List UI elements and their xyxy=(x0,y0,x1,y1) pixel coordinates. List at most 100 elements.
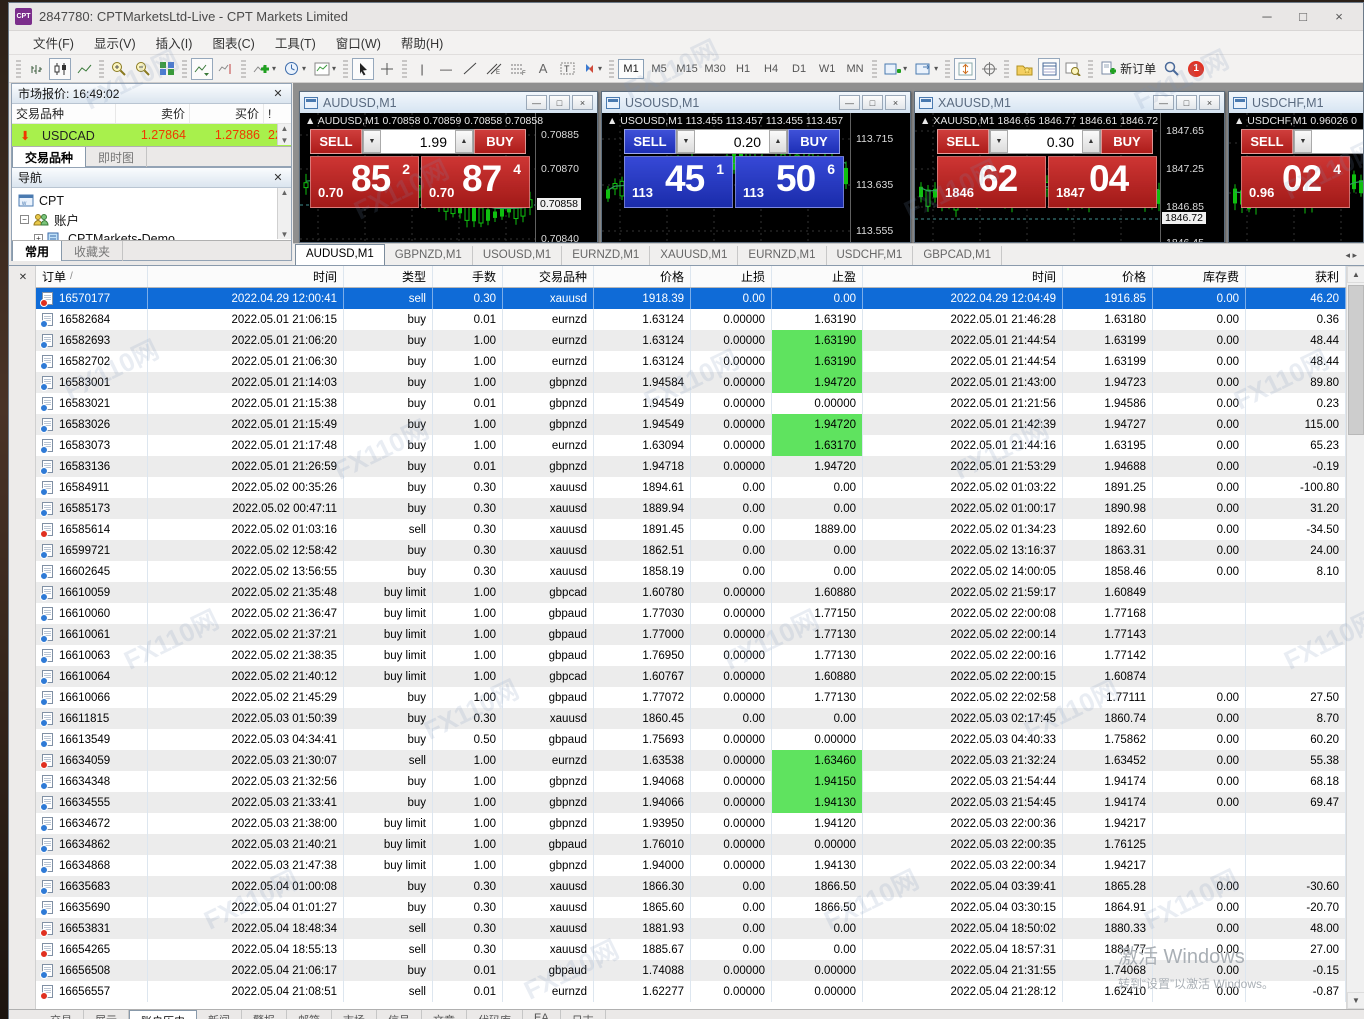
volume-spinner[interactable]: ▼ 0.20 ▲ xyxy=(676,129,788,154)
table-row[interactable]: 16635683 2022.05.04 01:00:08 buy 0.30 xauusd… xyxy=(36,876,1346,897)
strategy-tester-icon[interactable] xyxy=(1062,58,1084,80)
volume-value[interactable]: 0.20 xyxy=(695,130,769,153)
zoom-in-icon[interactable] xyxy=(108,58,130,80)
chart-window-xauusd[interactable]: XAUUSD,M1 — □ × ▲ XAUUSD,M1 1846.65 1846… xyxy=(914,91,1225,243)
crosshair-target-icon[interactable] xyxy=(978,58,1000,80)
terminal-scrollbar[interactable]: ▲ ▼ xyxy=(1346,266,1364,1009)
close-button[interactable]: × xyxy=(1321,5,1357,29)
terminal-tab-文章[interactable]: 文章 xyxy=(422,1010,467,1019)
buy-button[interactable]: BUY xyxy=(788,129,840,154)
tree-node-cpt[interactable]: w CPT xyxy=(18,191,291,210)
fibonacci-icon[interactable]: F xyxy=(507,58,530,80)
sell-button[interactable]: SELL xyxy=(937,129,989,154)
column-header-8[interactable]: 时间 xyxy=(863,266,1063,287)
chart-tab-eurnzd-m1[interactable]: EURNZD,M1 xyxy=(738,246,827,265)
ask-price-box[interactable]: 113 50 6 xyxy=(735,156,844,208)
table-row[interactable]: 16583073 2022.05.01 21:17:48 buy 1.00 eurnzd… xyxy=(36,435,1346,456)
table-row[interactable]: 16635690 2022.05.04 01:01:27 buy 0.30 xauusd… xyxy=(36,897,1346,918)
table-row[interactable]: 16599721 2022.05.02 12:58:42 buy 0.30 xauusd… xyxy=(36,540,1346,561)
tile-windows-icon[interactable] xyxy=(156,58,178,80)
notification-badge[interactable]: 1 xyxy=(1188,60,1205,77)
menu-item-0[interactable]: 文件(F) xyxy=(23,31,84,54)
column-header-2[interactable]: 类型 xyxy=(344,266,433,287)
volume-value[interactable]: 1.99 xyxy=(381,130,455,153)
ask-price-box[interactable]: 1847 04 xyxy=(1048,156,1157,208)
navigator-close-icon[interactable]: ✕ xyxy=(271,171,285,184)
volume-decrease-icon[interactable]: ▼ xyxy=(363,130,381,153)
bid-price-box[interactable]: 0.96 02 4 xyxy=(1241,156,1350,208)
menu-item-5[interactable]: 窗口(W) xyxy=(326,31,391,54)
chart-title-bar[interactable]: USOUSD,M1 — □ × xyxy=(602,92,910,113)
auto-scroll-icon[interactable] xyxy=(191,57,213,80)
market-watch-tab-symbols[interactable]: 交易品种 xyxy=(12,147,87,169)
text-label-icon[interactable]: T xyxy=(556,58,578,80)
horizontal-line-icon[interactable]: — xyxy=(435,58,457,80)
volume-spinner[interactable]: ▼ 0.30 ▲ xyxy=(989,129,1101,154)
table-row[interactable]: 16570177 2022.04.29 12:00:41 sell 0.30 xauus… xyxy=(36,288,1346,309)
chart-window-usousd[interactable]: USOUSD,M1 — □ × ▲ USOUSD,M1 113.455 113.… xyxy=(601,91,911,243)
terminal-close-icon[interactable]: ✕ xyxy=(16,271,30,285)
chart-tab-scroll-arrows[interactable]: ◂ ▸ xyxy=(1345,250,1364,265)
volume-value[interactable]: 0.30 xyxy=(1008,130,1082,153)
text-icon[interactable]: A xyxy=(532,58,554,80)
column-header-1[interactable]: 时间 xyxy=(148,266,344,287)
sell-button[interactable]: SELL xyxy=(624,129,676,154)
volume-value[interactable] xyxy=(1312,130,1363,153)
chart-minimize-icon[interactable]: — xyxy=(839,95,860,110)
sell-button[interactable]: SELL xyxy=(310,129,362,154)
chart-close-icon[interactable]: × xyxy=(885,95,906,110)
volume-decrease-icon[interactable]: ▼ xyxy=(1294,130,1312,153)
volume-spinner[interactable]: ▼ ▲ xyxy=(1293,129,1363,154)
favorites-icon[interactable] xyxy=(1013,58,1036,80)
new-order-button[interactable]: 新订单 xyxy=(1097,58,1159,80)
minimize-button[interactable]: ─ xyxy=(1249,5,1285,29)
volume-spinner[interactable]: ▼ 1.99 ▲ xyxy=(362,129,474,154)
channel-icon[interactable]: E xyxy=(483,58,505,80)
search-icon[interactable] xyxy=(1161,58,1183,80)
chart-tab-gbpnzd-m1[interactable]: GBPNZD,M1 xyxy=(385,246,473,265)
table-row[interactable]: 16634348 2022.05.03 21:32:56 buy 1.00 gbpnzd… xyxy=(36,771,1346,792)
column-header-10[interactable]: 库存费 xyxy=(1153,266,1246,287)
volume-increase-icon[interactable]: ▲ xyxy=(769,130,787,153)
table-row[interactable]: 16583001 2022.05.01 21:14:03 buy 1.00 gbpnzd… xyxy=(36,372,1346,393)
timeframe-m5[interactable]: M5 xyxy=(646,59,672,79)
timeframe-h1[interactable]: H1 xyxy=(730,59,756,79)
chart-window-audusd[interactable]: AUDUSD,M1 — □ × ▲ AUDUSD,M1 0.70858 0.70… xyxy=(299,91,598,243)
chart-tab-usousd-m1[interactable]: USOUSD,M1 xyxy=(473,246,563,265)
data-window-icon[interactable] xyxy=(954,57,977,80)
column-header-9[interactable]: 价格 xyxy=(1063,266,1153,287)
candlestick-chart-icon[interactable] xyxy=(49,57,71,80)
buy-button[interactable]: BUY xyxy=(474,129,526,154)
market-watch-scrollbar[interactable]: ▲ ▼ xyxy=(277,124,291,145)
table-row[interactable]: 16582684 2022.05.01 21:06:15 buy 0.01 eurnzd… xyxy=(36,309,1346,330)
scroll-up-icon[interactable]: ▲ xyxy=(1347,266,1364,283)
chart-title-bar[interactable]: USDCHF,M1 xyxy=(1229,92,1363,113)
table-row[interactable]: 16654265 2022.05.04 18:55:13 sell 0.30 xauus… xyxy=(36,939,1346,960)
chart-close-icon[interactable]: × xyxy=(572,95,593,110)
scroll-thumb[interactable] xyxy=(1348,285,1364,435)
chart-restore-icon[interactable]: □ xyxy=(862,95,883,110)
buy-button[interactable]: BUY xyxy=(1101,129,1153,154)
terminal-tab-日志[interactable]: 日志 xyxy=(561,1010,606,1019)
timeframe-mn[interactable]: MN xyxy=(842,59,868,79)
chart-tab-usdchf-m1[interactable]: USDCHF,M1 xyxy=(827,246,914,265)
chart-title-bar[interactable]: AUDUSD,M1 — □ × xyxy=(300,92,597,113)
chart-tab-xauusd-m1[interactable]: XAUUSD,M1 xyxy=(650,246,739,265)
terminal-tab-新闻[interactable]: 新闻 xyxy=(197,1010,242,1019)
table-row[interactable]: 16634672 2022.05.03 21:38:00 buy limit 1.00… xyxy=(36,813,1346,834)
table-row[interactable]: 16602645 2022.05.02 13:56:55 buy 0.30 xauusd… xyxy=(36,561,1346,582)
table-row[interactable]: 16610060 2022.05.02 21:36:47 buy limit 1.00… xyxy=(36,603,1346,624)
table-row[interactable]: 16656557 2022.05.04 21:08:51 sell 0.01 eurnz… xyxy=(36,981,1346,1002)
table-row[interactable]: 16582693 2022.05.01 21:06:20 buy 1.00 eurnzd… xyxy=(36,330,1346,351)
trendline-icon[interactable] xyxy=(459,58,481,80)
column-header-11[interactable]: 获利 xyxy=(1246,266,1346,287)
bid-price-box[interactable]: 0.70 85 2 xyxy=(310,156,419,208)
periods-icon[interactable]: ▾ xyxy=(281,58,309,80)
chart-restore-icon[interactable]: □ xyxy=(1176,95,1197,110)
chart-title-bar[interactable]: XAUUSD,M1 — □ × xyxy=(915,92,1224,113)
menu-item-1[interactable]: 显示(V) xyxy=(84,31,146,54)
crosshair-icon[interactable] xyxy=(376,58,398,80)
maximize-button[interactable]: □ xyxy=(1285,5,1321,29)
terminal-toggle-icon[interactable] xyxy=(1038,57,1061,80)
column-header-7[interactable]: 止盈 xyxy=(772,266,863,287)
